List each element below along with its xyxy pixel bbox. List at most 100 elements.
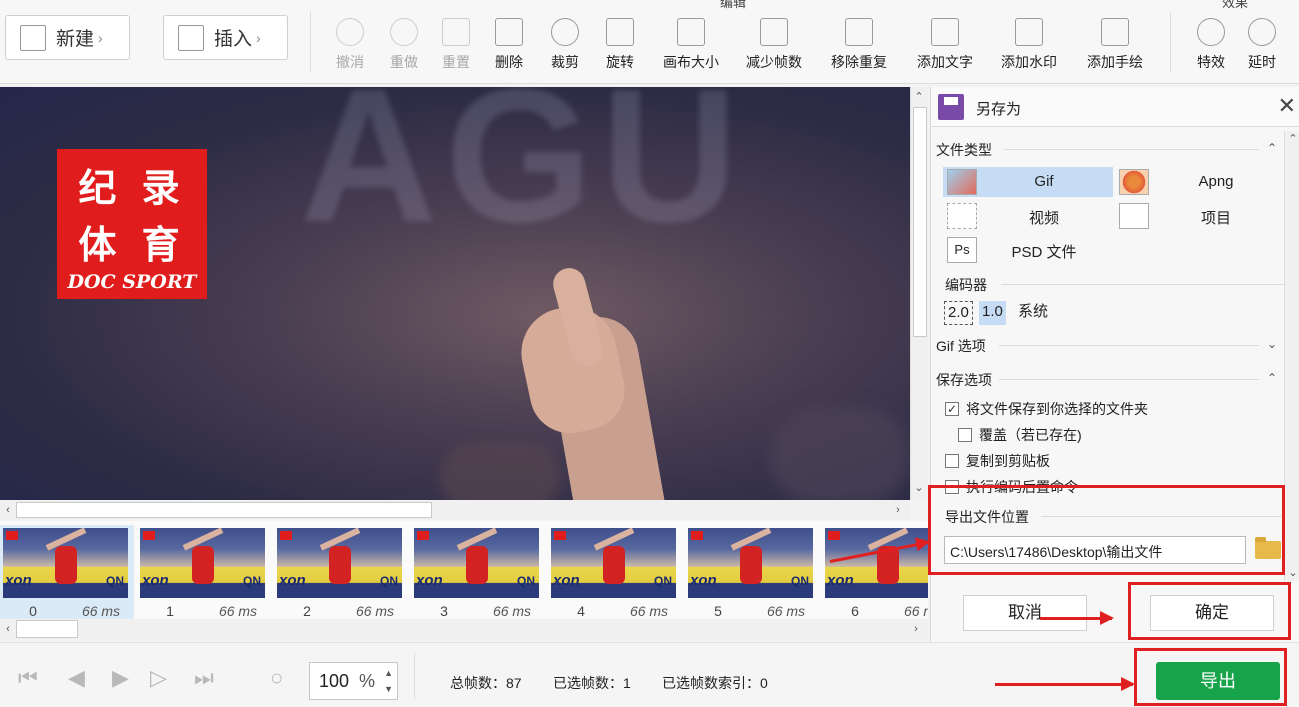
- panel-vertical-scrollbar[interactable]: ⌃ ⌄: [1284, 131, 1299, 581]
- frame-thumbnail: xonQN: [277, 528, 402, 598]
- effects-icon: [1197, 18, 1225, 46]
- frame-item[interactable]: xon QN 5 66 ms: [685, 525, 819, 619]
- redo-label: 重做: [390, 54, 418, 70]
- reset-button[interactable]: 重置: [440, 18, 472, 72]
- scroll-left-icon[interactable]: ‹: [0, 621, 16, 637]
- overwrite-checkbox[interactable]: 覆盖（若已存在): [958, 425, 1082, 445]
- close-icon[interactable]: ✕: [1278, 93, 1296, 119]
- zoom-unit: %: [359, 670, 376, 691]
- frame-item[interactable]: xonQN 6 66 ms: [822, 525, 928, 619]
- reduce-frames-button[interactable]: 减少帧数: [743, 18, 805, 72]
- delay-label: 延时: [1248, 54, 1276, 70]
- zoom-stepper-icon[interactable]: ▲ ▼: [384, 665, 393, 697]
- frame-duration: 66 ms: [355, 603, 395, 619]
- frame-item[interactable]: xon QN 2 66 ms: [274, 525, 408, 619]
- file-type-project[interactable]: 项目: [1115, 201, 1285, 231]
- add-watermark-button[interactable]: 添加水印: [998, 18, 1060, 72]
- scroll-up-icon[interactable]: ⌃: [1285, 131, 1299, 147]
- first-frame-icon[interactable]: ⏮: [18, 665, 38, 691]
- canvas-horizontal-scrollbar[interactable]: ‹ ›: [0, 500, 910, 520]
- frame-duration: 66 ms: [766, 603, 806, 619]
- copy-clipboard-checkbox[interactable]: 复制到剪贴板: [945, 451, 1050, 471]
- frame-item[interactable]: xon QN 4 66 ms: [548, 525, 682, 619]
- frame-canvas[interactable]: AGU 纪 录 体 育 DOC SPORT: [0, 87, 910, 500]
- delete-button[interactable]: 删除: [493, 18, 525, 72]
- frame-index: 1: [166, 603, 174, 619]
- insert-icon: [178, 24, 204, 51]
- previous-frame-icon[interactable]: ◀: [68, 665, 85, 691]
- zoom-icon: ○: [270, 665, 284, 690]
- save-options-title[interactable]: 保存选项: [936, 370, 992, 390]
- file-type-video[interactable]: 视频: [943, 201, 1113, 231]
- delay-button[interactable]: 延时: [1246, 18, 1278, 72]
- frame-index: 5: [714, 603, 722, 619]
- scroll-up-icon[interactable]: ⌃: [911, 89, 927, 105]
- remove-duplicates-button[interactable]: 移除重复: [828, 18, 890, 72]
- frame-item[interactable]: xon QN 1 66 ms: [137, 525, 271, 619]
- background-figure: [440, 442, 560, 500]
- save-to-folder-label: 将文件保存到你选择的文件夹: [966, 401, 1148, 417]
- frame-item[interactable]: xon QN 3 66 ms: [411, 525, 545, 619]
- scroll-down-icon[interactable]: ⌄: [1285, 565, 1299, 581]
- frame-thumbnail: xonQN: [414, 528, 539, 598]
- toolbar-divider: [1170, 12, 1171, 72]
- selected-index-text: 已选帧数索引：0: [662, 675, 768, 691]
- undo-button[interactable]: 撤消: [334, 18, 366, 72]
- annotation-box-export: [1134, 648, 1287, 706]
- insert-button[interactable]: 插入 ›: [163, 15, 288, 60]
- rotate-icon: [606, 18, 634, 46]
- frame-thumbnail: xonQN: [3, 528, 128, 598]
- frame-thumbnail: xonQN: [140, 528, 265, 598]
- last-frame-icon[interactable]: ⏭: [194, 665, 214, 691]
- file-type-gif[interactable]: Gif: [943, 167, 1113, 197]
- zoom-input[interactable]: 100 % ▲ ▼: [309, 662, 398, 700]
- gif-options-title[interactable]: Gif 选项: [936, 336, 986, 356]
- crop-button[interactable]: 裁剪: [549, 18, 581, 72]
- encoder-option-system[interactable]: 系统: [1015, 301, 1051, 325]
- play-icon[interactable]: ▶: [112, 665, 129, 691]
- rotate-button[interactable]: 旋转: [604, 18, 636, 72]
- scroll-thumb[interactable]: [16, 620, 78, 638]
- add-text-button[interactable]: 添加文字: [914, 18, 976, 72]
- save-to-folder-checkbox[interactable]: ✓ 将文件保存到你选择的文件夹: [945, 399, 1148, 419]
- scroll-thumb[interactable]: [16, 502, 432, 518]
- crop-icon: [551, 18, 579, 46]
- insert-button-label: 插入: [214, 29, 253, 50]
- reduce-frames-label: 减少帧数: [746, 54, 802, 70]
- effects-label: 特效: [1197, 54, 1225, 70]
- add-text-icon: [931, 18, 959, 46]
- chevron-right-icon: ›: [98, 29, 103, 46]
- encoder-option-2-0[interactable]: 2.0: [944, 301, 973, 325]
- scroll-down-icon[interactable]: ⌄: [911, 480, 927, 496]
- frame-duration: 66 ms: [492, 603, 532, 619]
- frame-item[interactable]: xon QN 0 66 ms: [0, 525, 134, 619]
- canvas-size-icon: [677, 18, 705, 46]
- reset-label: 重置: [442, 54, 470, 70]
- chevron-up-icon[interactable]: ⌃: [1267, 141, 1277, 155]
- scroll-left-icon[interactable]: ‹: [0, 502, 16, 518]
- scroll-right-icon[interactable]: ›: [890, 502, 906, 518]
- frames-horizontal-scrollbar[interactable]: ‹ ›: [0, 619, 928, 639]
- encoder-option-1-0[interactable]: 1.0: [979, 301, 1006, 325]
- file-type-psd[interactable]: Ps PSD 文件: [943, 235, 1113, 265]
- cancel-button[interactable]: 取消: [963, 595, 1087, 631]
- chevron-up-icon[interactable]: ⌃: [1267, 371, 1277, 385]
- frame-index: 2: [303, 603, 311, 619]
- free-drawing-button[interactable]: 添加手绘: [1084, 18, 1146, 72]
- scroll-thumb[interactable]: [913, 107, 927, 337]
- new-button[interactable]: 新建 ›: [5, 15, 130, 60]
- redo-button[interactable]: 重做: [388, 18, 420, 72]
- chevron-down-icon[interactable]: ⌄: [1267, 337, 1277, 351]
- next-frame-icon[interactable]: ▷: [150, 665, 167, 691]
- annotation-box-export-location: [928, 485, 1285, 575]
- add-watermark-icon: [1015, 18, 1043, 46]
- add-watermark-label: 添加水印: [1001, 54, 1057, 70]
- bottom-bar: ⏮ ◀ ▶ ▷ ⏭ ○ 100 % ▲ ▼ 总帧数：87 已选帧数：1 已选帧数索…: [0, 642, 1299, 707]
- effects-button[interactable]: 特效: [1195, 18, 1227, 72]
- canvas-vertical-scrollbar[interactable]: ⌃ ⌄: [910, 87, 928, 500]
- scroll-right-icon[interactable]: ›: [908, 621, 924, 637]
- frame-thumbnail: xonQN: [825, 528, 928, 598]
- file-type-apng[interactable]: Apng: [1115, 167, 1285, 197]
- canvas-size-button[interactable]: 画布大小: [660, 18, 722, 72]
- checkbox-icon: [958, 428, 972, 442]
